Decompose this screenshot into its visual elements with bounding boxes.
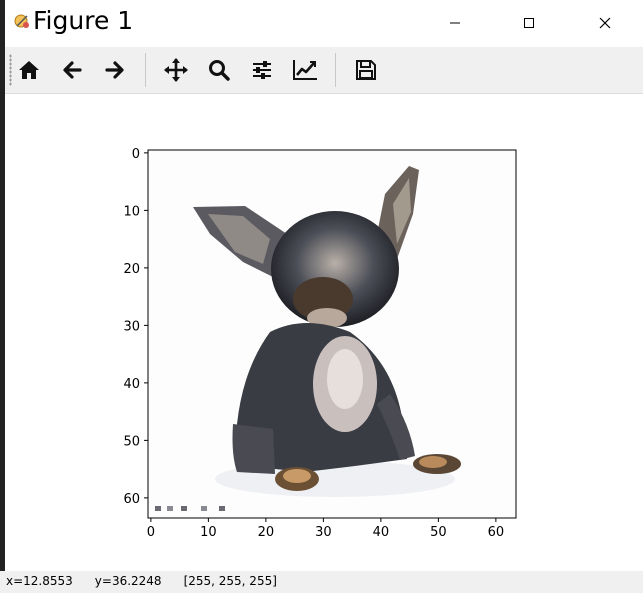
maximize-button[interactable]: [506, 8, 552, 38]
close-button[interactable]: [582, 8, 628, 38]
zoom-button[interactable]: [203, 54, 235, 86]
save-icon: [356, 60, 376, 80]
status-bar: x=12.8553 y=36.2248 [255, 255, 255]: [0, 571, 643, 593]
y-tick-label: 10: [123, 204, 140, 219]
back-button[interactable]: [56, 54, 88, 86]
toolbar-grip[interactable]: [9, 54, 12, 86]
navigation-toolbar: [5, 47, 643, 94]
axes[interactable]: 0 10 20 30 40 50 60 0 10 20 30 40 50 60: [5, 94, 643, 571]
edit-axis-icon: [293, 60, 317, 80]
minimize-icon: [450, 22, 460, 24]
x-tick-label: 0: [147, 525, 155, 540]
x-tick-label: 60: [488, 525, 505, 540]
y-tick-label: 30: [123, 319, 140, 334]
x-coordinate: x=12.8553: [6, 574, 73, 588]
forward-arrow-icon: [105, 61, 124, 79]
toolbar-separator: [335, 53, 336, 87]
minimize-button[interactable]: [432, 8, 478, 38]
y-tick-label: 50: [123, 434, 140, 449]
home-icon: [19, 61, 39, 79]
pan-button[interactable]: [160, 54, 192, 86]
y-tick-label: 40: [123, 377, 140, 392]
zoom-icon: [209, 60, 230, 81]
y-coordinate: y=36.2248: [94, 574, 162, 588]
pixel-value: [255, 255, 255]: [183, 574, 277, 588]
configure-subplots-icon: [253, 61, 271, 79]
configure-subplots-button[interactable]: [246, 54, 278, 86]
home-button[interactable]: [13, 54, 45, 86]
x-tick-label: 10: [200, 525, 217, 540]
close-icon: [599, 17, 611, 29]
save-button[interactable]: [350, 54, 382, 86]
x-tick-label: 20: [258, 525, 275, 540]
toolbar-separator: [145, 53, 146, 87]
edit-axis-button[interactable]: [289, 54, 321, 86]
pan-icon: [164, 58, 188, 82]
app-icon: [14, 14, 29, 28]
y-tick-label: 60: [123, 492, 140, 507]
displayed-image: [148, 150, 516, 518]
x-tick-label: 50: [430, 525, 447, 540]
maximize-icon: [524, 18, 534, 28]
matplotlib-window: Figure 1 0 10 20 30 40 50 60 0 10 20 30 …: [0, 0, 643, 593]
back-arrow-icon: [63, 61, 82, 79]
x-tick-label: 30: [315, 525, 332, 540]
coordinate-readout: x=12.8553 y=36.2248 [255, 255, 255]: [6, 574, 299, 588]
y-tick-label: 0: [132, 147, 140, 162]
window-title: Figure 1: [33, 6, 134, 35]
figure-canvas[interactable]: 0 10 20 30 40 50 60 0 10 20 30 40 50 60: [5, 94, 643, 571]
x-axis: 0 10 20 30 40 50 60: [147, 518, 504, 540]
y-tick-label: 20: [123, 262, 140, 277]
forward-button[interactable]: [99, 54, 131, 86]
x-tick-label: 40: [373, 525, 390, 540]
y-axis: 0 10 20 30 40 50 60: [123, 147, 148, 507]
title-bar[interactable]: Figure 1: [5, 0, 643, 46]
